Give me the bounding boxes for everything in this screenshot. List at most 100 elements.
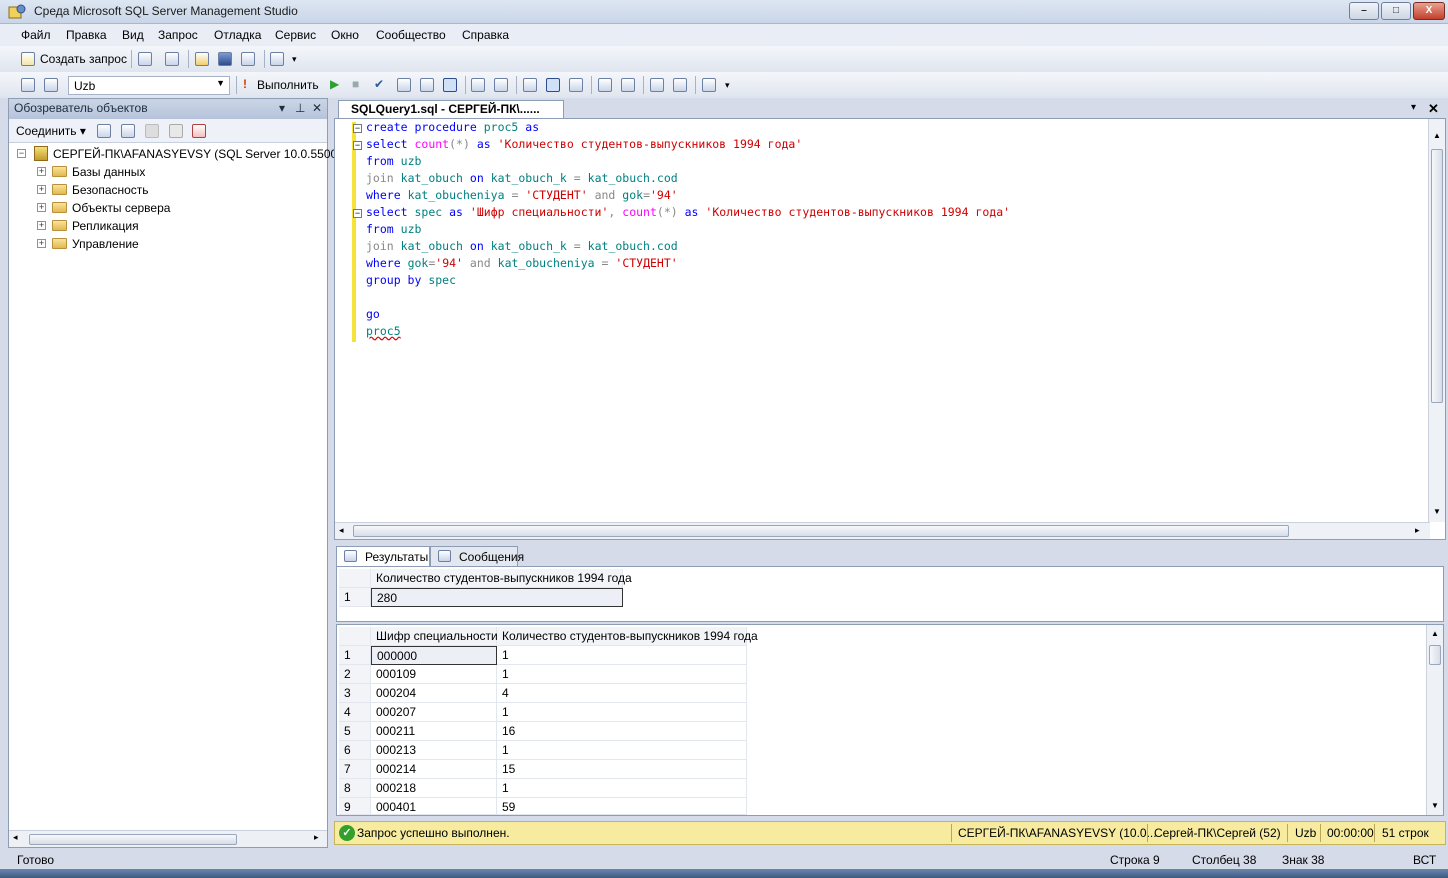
expand-icon[interactable]: + bbox=[37, 239, 46, 248]
tab-list-icon[interactable]: ▾ bbox=[1411, 102, 1416, 113]
menu-community[interactable]: Сообщество bbox=[376, 28, 446, 42]
toolbar-overflow-icon[interactable]: ▾ bbox=[292, 54, 297, 72]
grid-cell[interactable]: 59 bbox=[497, 798, 747, 815]
tab-messages[interactable]: Сообщения bbox=[430, 546, 524, 566]
grid-cell[interactable]: 1 bbox=[497, 741, 747, 760]
scroll-down-icon[interactable]: ▼ bbox=[1431, 801, 1439, 810]
grid-cell[interactable]: 000000 bbox=[371, 646, 497, 665]
grid-cell[interactable]: 000211 bbox=[371, 722, 497, 741]
pin-icon[interactable]: ⊥ bbox=[295, 101, 305, 115]
collapse-icon[interactable]: − bbox=[353, 124, 362, 133]
grid-cell[interactable]: 000213 bbox=[371, 741, 497, 760]
menu-help[interactable]: Справка bbox=[462, 28, 509, 42]
scroll-up-icon[interactable]: ▲ bbox=[1433, 131, 1441, 140]
options-icon[interactable] bbox=[443, 78, 457, 92]
horizontal-scrollbar[interactable]: ◂ ▸ bbox=[9, 830, 327, 847]
change-connection-icon[interactable] bbox=[44, 78, 58, 92]
filter-icon[interactable] bbox=[169, 124, 183, 138]
menu-window[interactable]: Окно bbox=[331, 28, 359, 42]
menu-query[interactable]: Запрос bbox=[158, 28, 198, 42]
scroll-left-icon[interactable]: ◂ bbox=[13, 832, 18, 843]
connect-dropdown[interactable]: Соединить ▾ bbox=[16, 124, 86, 138]
save-all-icon[interactable] bbox=[241, 52, 255, 66]
tree-node-security[interactable]: + Безопасность bbox=[9, 181, 327, 199]
scrollbar-thumb[interactable] bbox=[353, 525, 1289, 537]
uncomment-icon[interactable] bbox=[621, 78, 635, 92]
tab-results[interactable]: Результаты bbox=[336, 546, 430, 566]
grid-cell[interactable]: 4 bbox=[497, 684, 747, 703]
grid-cell[interactable]: 16 bbox=[497, 722, 747, 741]
refresh-icon[interactable] bbox=[192, 124, 206, 138]
new-query-button[interactable]: Создать запрос bbox=[40, 52, 127, 70]
menu-edit[interactable]: Правка bbox=[66, 28, 107, 42]
execute-button[interactable]: Выполнить bbox=[257, 78, 319, 96]
connect-engine-icon[interactable] bbox=[97, 124, 111, 138]
column-header[interactable]: Количество студентов-выпускников 1994 го… bbox=[497, 627, 758, 646]
menu-view[interactable]: Вид bbox=[122, 28, 144, 42]
close-tab-icon[interactable]: ✕ bbox=[1428, 101, 1439, 117]
results-to-text-icon[interactable] bbox=[523, 78, 537, 92]
decrease-indent-icon[interactable] bbox=[650, 78, 664, 92]
expand-icon[interactable]: + bbox=[37, 221, 46, 230]
scroll-right-icon[interactable]: ▸ bbox=[314, 832, 319, 843]
database-selector[interactable]: Uzb ▼ bbox=[68, 76, 230, 95]
new-file-icon[interactable] bbox=[138, 52, 152, 66]
scroll-right-icon[interactable]: ▸ bbox=[1415, 525, 1420, 536]
tree-node-databases[interactable]: + Базы данных bbox=[9, 163, 327, 181]
results-grid-2[interactable]: Шифр специальности Количество студентов-… bbox=[336, 624, 1444, 816]
collapse-icon[interactable]: − bbox=[17, 149, 26, 158]
tree-node-replication[interactable]: + Репликация bbox=[9, 217, 327, 235]
grid-cell[interactable]: 1 bbox=[497, 703, 747, 722]
grid-cell[interactable]: 1 bbox=[497, 665, 747, 684]
horizontal-scrollbar[interactable]: ◂ ▸ bbox=[335, 522, 1430, 539]
scrollbar-thumb[interactable] bbox=[1429, 645, 1441, 665]
results-to-grid-icon[interactable] bbox=[546, 78, 560, 92]
grid-cell[interactable]: 1 bbox=[497, 779, 747, 798]
results-grid-1[interactable]: Количество студентов-выпускников 1994 го… bbox=[336, 566, 1444, 622]
open-file-icon[interactable] bbox=[195, 52, 209, 66]
include-plan-icon[interactable] bbox=[471, 78, 485, 92]
stop-icon[interactable] bbox=[145, 124, 159, 138]
vertical-scrollbar[interactable]: ▲ ▼ bbox=[1426, 625, 1443, 815]
grid-cell[interactable]: 000204 bbox=[371, 684, 497, 703]
scrollbar-thumb[interactable] bbox=[29, 834, 237, 845]
column-header[interactable]: Количество студентов-выпускников 1994 го… bbox=[371, 569, 632, 588]
specify-values-icon[interactable] bbox=[702, 78, 716, 92]
scroll-left-icon[interactable]: ◂ bbox=[339, 525, 344, 536]
results-to-file-icon[interactable] bbox=[569, 78, 583, 92]
minimize-button[interactable]: – bbox=[1349, 2, 1379, 20]
close-icon[interactable]: ✕ bbox=[312, 101, 322, 115]
comment-icon[interactable] bbox=[598, 78, 612, 92]
debug-icon[interactable]: ▶ bbox=[330, 77, 339, 95]
disconnect-icon[interactable] bbox=[121, 124, 135, 138]
parse-icon[interactable]: ✔ bbox=[374, 77, 384, 95]
grid-cell[interactable]: 1 bbox=[497, 646, 747, 665]
grid-cell[interactable]: 000401 bbox=[371, 798, 497, 815]
grid-cell[interactable]: 000207 bbox=[371, 703, 497, 722]
client-stats-icon[interactable] bbox=[494, 78, 508, 92]
menu-debug[interactable]: Отладка bbox=[214, 28, 261, 42]
close-button[interactable]: X bbox=[1413, 2, 1445, 20]
vertical-scrollbar[interactable]: ▲ ▼ bbox=[1428, 119, 1445, 522]
dropdown-icon[interactable]: ▾ bbox=[279, 101, 285, 115]
stop-icon[interactable]: ■ bbox=[352, 77, 359, 95]
menu-tools[interactable]: Сервис bbox=[275, 28, 316, 42]
grid-cell[interactable]: 280 bbox=[371, 588, 623, 607]
query-designer-icon[interactable] bbox=[420, 78, 434, 92]
expand-icon[interactable]: + bbox=[37, 167, 46, 176]
scrollbar-thumb[interactable] bbox=[1431, 149, 1443, 403]
increase-indent-icon[interactable] bbox=[673, 78, 687, 92]
tree-node-management[interactable]: + Управление bbox=[9, 235, 327, 253]
new-project-icon[interactable] bbox=[165, 52, 179, 66]
toolbar-overflow-icon[interactable]: ▾ bbox=[725, 80, 730, 98]
sql-editor[interactable]: − − − create procedure proc5 as select c… bbox=[334, 118, 1446, 540]
tree-server-node[interactable]: − СЕРГЕЙ-ПК\AFANASYEVSY (SQL Server 10.0… bbox=[9, 145, 357, 163]
activity-monitor-icon[interactable] bbox=[270, 52, 284, 66]
grid-cell[interactable]: 000214 bbox=[371, 760, 497, 779]
grid-cell[interactable]: 000109 bbox=[371, 665, 497, 684]
scroll-down-icon[interactable]: ▼ bbox=[1433, 507, 1441, 516]
column-header[interactable]: Шифр специальности bbox=[371, 627, 498, 646]
grid-cell[interactable]: 000218 bbox=[371, 779, 497, 798]
tree-node-server-objects[interactable]: + Объекты сервера bbox=[9, 199, 327, 217]
menu-file[interactable]: Файл bbox=[21, 28, 51, 42]
